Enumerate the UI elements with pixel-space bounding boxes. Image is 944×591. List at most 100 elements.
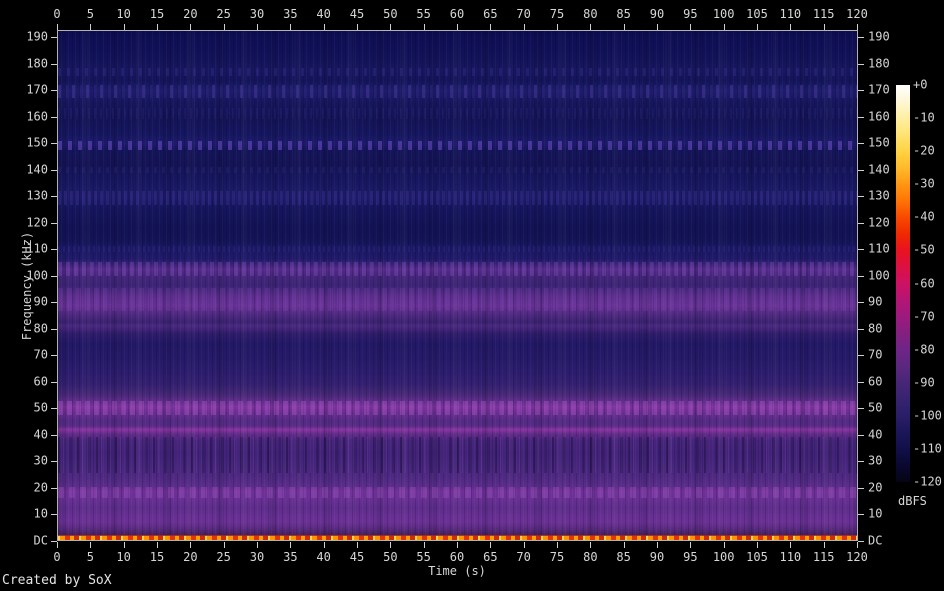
time-tick-label: 55 <box>416 550 431 564</box>
time-tick <box>290 542 292 548</box>
time-tick <box>157 24 158 30</box>
time-tick-label: 25 <box>216 550 231 564</box>
freq-tick <box>51 487 57 489</box>
time-tick-label: 105 <box>746 550 768 564</box>
time-tick <box>657 542 658 548</box>
freq-tick <box>858 514 864 516</box>
freq-tick <box>858 355 864 357</box>
band-130khz <box>58 190 857 206</box>
time-tick <box>757 24 758 30</box>
freq-tick <box>858 63 864 65</box>
time-tick-label: 100 <box>712 7 735 21</box>
time-tick-label: 95 <box>683 7 698 21</box>
freq-tick <box>51 514 57 516</box>
time-tick <box>90 542 92 548</box>
freq-tick <box>51 249 57 251</box>
band-175khz <box>58 67 857 76</box>
colorbar-unit-label: dBFS <box>898 494 927 508</box>
time-tick-label: 90 <box>649 550 665 564</box>
freq-tick-label: 190 <box>868 29 890 44</box>
freq-tick-label: 30 <box>868 453 883 468</box>
time-tick-label: 80 <box>583 7 598 21</box>
time-tick-label: 60 <box>449 550 465 564</box>
band-100khz <box>58 262 857 276</box>
freq-tick <box>51 143 57 145</box>
time-tick-label: 100 <box>712 550 735 564</box>
freq-tick-label: 90 <box>868 294 883 309</box>
time-tick <box>457 542 458 548</box>
time-tick-label: 55 <box>416 7 431 21</box>
time-tick <box>357 24 358 30</box>
time-tick <box>323 24 325 30</box>
sox-credit-text: Created by SoX <box>2 573 112 588</box>
spectrogram-plot-area <box>57 30 858 541</box>
colorbar-gradient <box>896 85 910 482</box>
freq-tick-label: 190 <box>26 29 48 44</box>
freq-tick-label: 90 <box>33 294 48 309</box>
time-tick <box>223 542 225 548</box>
time-tick-label: 85 <box>616 550 631 564</box>
colorbar-tick-label: -120 <box>913 474 942 489</box>
time-tick-label: 30 <box>249 7 265 21</box>
freq-tick <box>858 222 864 224</box>
time-tick-label: 120 <box>846 550 868 564</box>
band-17khz <box>58 487 857 499</box>
time-tick-label: 25 <box>216 7 231 21</box>
time-tick-label: 70 <box>516 7 531 21</box>
time-tick-label: 20 <box>183 7 198 21</box>
freq-tick <box>858 169 864 171</box>
colorbar-tick-label: -50 <box>913 242 935 257</box>
time-tick-label: 40 <box>316 7 331 21</box>
time-tick <box>723 542 725 548</box>
time-tick <box>490 24 492 30</box>
freq-tick <box>51 196 57 198</box>
freq-tick-label: 60 <box>33 374 48 389</box>
freq-tick-label: 110 <box>868 241 890 256</box>
time-tick-label: 115 <box>812 550 835 564</box>
freq-tick-label: 170 <box>26 82 48 97</box>
freq-tick <box>858 434 864 436</box>
time-tick <box>123 24 125 30</box>
freq-tick <box>858 461 864 463</box>
time-tick <box>90 24 92 30</box>
freq-tick <box>858 90 864 92</box>
time-tick <box>57 542 58 548</box>
freq-tick-label: 70 <box>33 347 48 362</box>
freq-tick <box>858 196 864 198</box>
freq-tick <box>51 90 57 92</box>
freq-tick <box>858 275 864 277</box>
spectrogram-image: 0 5 10 15 20 25 30 35 40 45 50 55 60 65 70 75 80 85 90 95 10… <box>0 0 944 591</box>
freq-tick <box>51 381 57 383</box>
time-tick-label: 0 <box>53 550 61 564</box>
colorbar-labels: +0 -10 -20 -30 -40 -50 -60 -70 -80 -90 -100 -110 -12… <box>913 78 944 488</box>
y-axis-title: Frequency (kHz) <box>20 231 34 341</box>
freq-tick <box>51 275 57 277</box>
time-tick-label: 80 <box>583 550 598 564</box>
time-tick-label: 5 <box>86 7 94 21</box>
x-axis-title: Time (s) <box>428 564 486 578</box>
time-tick <box>690 24 692 30</box>
freq-tick-label: 150 <box>868 135 890 150</box>
time-tick <box>690 542 692 548</box>
freq-tick-label: 80 <box>33 321 48 336</box>
time-tick <box>290 24 292 30</box>
freq-tick <box>51 302 57 304</box>
time-tick-label: 40 <box>316 550 331 564</box>
freq-tick-label: 140 <box>868 162 890 177</box>
freq-tick-label: DC <box>868 533 883 548</box>
freq-tick-label: 120 <box>868 215 890 230</box>
time-tick <box>57 24 58 30</box>
time-tick-label: 75 <box>549 550 565 564</box>
freq-tick <box>51 355 57 357</box>
time-tick-label: 35 <box>283 7 298 21</box>
time-tick <box>157 542 158 548</box>
freq-tick-label: 50 <box>33 400 48 415</box>
time-tick <box>757 542 758 548</box>
freq-tick-label: 180 <box>868 56 890 71</box>
time-tick-label: 10 <box>116 7 131 21</box>
time-tick-label: 20 <box>183 550 198 564</box>
band-160khz <box>58 108 857 119</box>
colorbar-tick-label: -80 <box>913 342 935 357</box>
time-tick <box>857 542 858 548</box>
colorbar-tick-label: -60 <box>913 276 935 290</box>
